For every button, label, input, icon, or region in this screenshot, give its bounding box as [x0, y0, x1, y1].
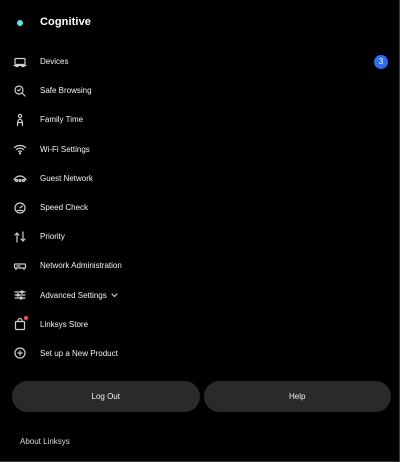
sliders-icon [13, 288, 27, 302]
guest-network-icon [13, 171, 27, 185]
menu-item-advanced-settings[interactable]: Advanced Settings [0, 281, 399, 310]
about-linksys-link[interactable]: About Linksys [20, 437, 70, 446]
menu-item-label: Safe Browsing [40, 86, 92, 96]
log-out-button[interactable]: Log Out [12, 381, 200, 412]
notification-dot [24, 316, 28, 321]
wifi-icon [13, 142, 27, 156]
menu-item-label: Advanced Settings [40, 290, 107, 300]
menu-item-linksys-store[interactable]: Linksys Store [0, 310, 399, 339]
menu-item-label: Wi-Fi Settings [40, 144, 90, 154]
menu-item-set-up-new-product[interactable]: Set up a New Product [0, 339, 399, 368]
menu-item-speed-check[interactable]: Speed Check [0, 193, 399, 222]
menu-item-label: Linksys Store [40, 319, 89, 329]
network-status-dot [17, 20, 23, 26]
family-time-icon [13, 113, 27, 127]
header: Cognitive [0, 0, 399, 46]
devices-icon [13, 55, 27, 69]
shopping-bag-icon [13, 316, 28, 331]
menu-item-wifi-settings[interactable]: Wi-Fi Settings [0, 135, 399, 164]
menu-item-label: Guest Network [40, 173, 93, 183]
router-icon [13, 259, 27, 273]
speedometer-icon [13, 201, 27, 215]
menu-item-label: Network Administration [40, 261, 122, 271]
menu-item-network-administration[interactable]: Network Administration [0, 251, 399, 280]
add-circle-icon [13, 346, 27, 360]
app-window: Cognitive Devices 3 Safe Browsing Family… [0, 0, 400, 462]
menu-item-devices[interactable]: Devices 3 [0, 47, 399, 76]
action-buttons: Log Out Help [12, 381, 391, 412]
menu-item-family-time[interactable]: Family Time [0, 105, 399, 134]
menu-item-label: Devices [40, 57, 69, 67]
menu-item-label: Set up a New Product [40, 348, 118, 358]
menu-item-label: Family Time [40, 115, 84, 125]
menu-item-label: Priority [40, 232, 65, 242]
help-button[interactable]: Help [203, 381, 391, 412]
menu-item-label: Speed Check [40, 203, 89, 213]
menu-item-label-wrap: Advanced Settings [40, 291, 118, 300]
menu-item-guest-network[interactable]: Guest Network [0, 164, 399, 193]
network-name: Cognitive [40, 16, 92, 28]
main-menu: Devices 3 Safe Browsing Family Time Wi-F… [0, 47, 399, 368]
devices-count-badge: 3 [374, 54, 388, 69]
safe-browsing-icon [13, 84, 27, 98]
menu-item-safe-browsing[interactable]: Safe Browsing [0, 76, 399, 105]
menu-item-priority[interactable]: Priority [0, 222, 399, 251]
chevron-down-icon [111, 293, 118, 298]
priority-arrows-icon [13, 230, 27, 244]
